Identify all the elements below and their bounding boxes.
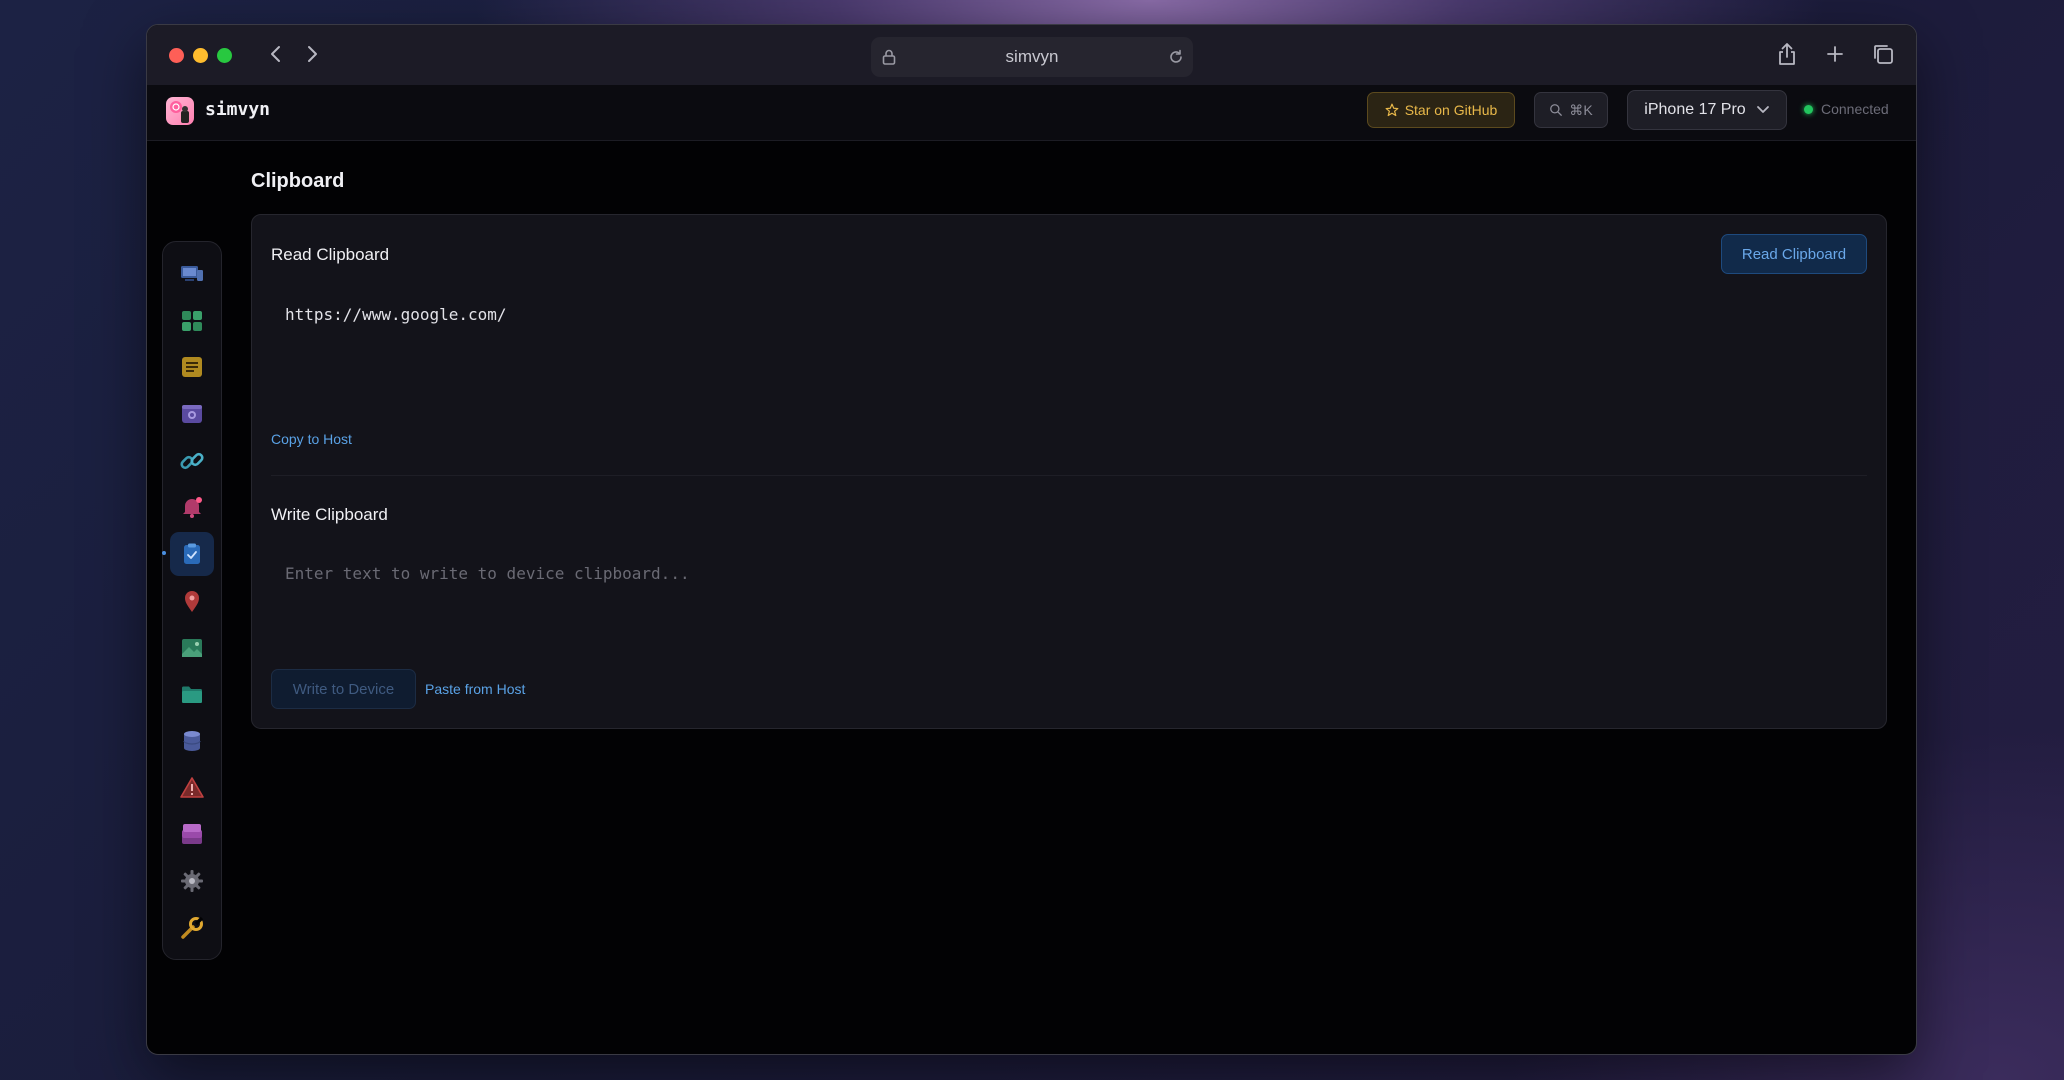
sidebar-item-files[interactable]: [170, 672, 214, 716]
share-button[interactable]: [1774, 41, 1800, 67]
reload-icon[interactable]: [1167, 48, 1185, 71]
copy-to-host-button[interactable]: Copy to Host: [271, 431, 352, 447]
sidebar-item-settings[interactable]: [170, 859, 214, 903]
sidebar-item-clipboard[interactable]: [162, 532, 214, 577]
history-nav: [265, 43, 323, 65]
app-header: simvyn Star on GitHub ⌘K iPhone 17 Pro C…: [147, 85, 1916, 141]
sidebar-item-logs[interactable]: [170, 345, 214, 389]
screenshot-icon: [182, 405, 202, 424]
sidebar-item-apps[interactable]: [170, 299, 214, 343]
search-shortcut: ⌘K: [1569, 101, 1593, 118]
back-button[interactable]: [265, 43, 287, 65]
sidebar-item-devices[interactable]: [170, 252, 214, 296]
browser-window: simvyn simvyn Star on GitHub ⌘K iPhone 1…: [146, 24, 1917, 1055]
device-select[interactable]: iPhone 17 Pro: [1627, 90, 1787, 130]
address-bar[interactable]: simvyn: [871, 37, 1193, 77]
bell-icon: [183, 497, 202, 519]
share-icon: [1779, 43, 1795, 65]
apps-grid-icon: [182, 310, 202, 331]
paste-from-host-button[interactable]: Paste from Host: [425, 681, 525, 697]
sidebar-item-location[interactable]: [170, 579, 214, 623]
sidebar: [162, 241, 222, 960]
clipboard-card: Read Clipboard Read Clipboard https://ww…: [251, 214, 1887, 729]
warning-icon: [180, 776, 204, 798]
minimize-window-button[interactable]: [193, 48, 208, 63]
write-clipboard-title: Write Clipboard: [271, 505, 388, 524]
sidebar-item-storage[interactable]: [170, 812, 214, 856]
device-name: iPhone 17 Pro: [1644, 101, 1746, 118]
read-clipboard-button[interactable]: Read Clipboard: [1721, 234, 1867, 274]
chevron-left-icon: [271, 46, 280, 62]
folder-icon: [182, 686, 202, 704]
sidebar-item-deep-links[interactable]: [170, 439, 214, 483]
new-tab-button[interactable]: [1822, 41, 1848, 67]
location-pin-icon: [185, 590, 199, 612]
app-logo: [166, 97, 194, 125]
status-text: Connected: [1821, 101, 1889, 117]
write-to-device-button[interactable]: Write to Device: [271, 669, 416, 709]
tabs-overview-button[interactable]: [1870, 41, 1896, 67]
link-icon: [180, 452, 204, 469]
star-icon: [1385, 103, 1399, 117]
read-clipboard-title: Read Clipboard: [271, 245, 390, 264]
gear-icon: [181, 869, 203, 892]
section-divider: [271, 475, 1867, 476]
active-indicator: [162, 551, 166, 556]
star-on-github-button[interactable]: Star on GitHub: [1367, 92, 1515, 128]
logs-icon: [182, 357, 202, 378]
url-text: simvyn: [1005, 47, 1059, 66]
sidebar-item-screenshot[interactable]: [170, 392, 214, 436]
page-title: Clipboard: [251, 170, 345, 192]
sidebar-item-media[interactable]: [170, 626, 214, 670]
status-dot: [1804, 104, 1813, 114]
browser-titlebar: simvyn: [147, 25, 1916, 85]
sidebar-item-crashes[interactable]: [170, 766, 214, 810]
close-window-button[interactable]: [169, 48, 184, 63]
database-icon: [183, 730, 201, 751]
window-controls: [169, 48, 232, 63]
lock-icon: [881, 48, 897, 71]
sidebar-item-database[interactable]: [170, 719, 214, 763]
wrench-icon: [181, 916, 204, 939]
plus-icon: [1827, 46, 1843, 62]
search-icon: [1550, 104, 1563, 116]
forward-button[interactable]: [301, 43, 323, 65]
chevron-right-icon: [308, 46, 317, 62]
browser-actions: [1774, 41, 1896, 67]
image-icon: [182, 638, 202, 657]
github-label: Star on GitHub: [1404, 102, 1498, 118]
maximize-window-button[interactable]: [217, 48, 232, 63]
app-brand: simvyn: [205, 99, 271, 120]
tabs-icon: [1874, 45, 1893, 64]
connection-status: Connected: [1804, 101, 1889, 117]
devices-icon: [181, 266, 203, 281]
clipboard-content: https://www.google.com/: [285, 305, 507, 324]
chevron-down-icon: [1756, 106, 1769, 113]
sidebar-item-notifications[interactable]: [170, 485, 214, 529]
write-clipboard-input[interactable]: [271, 550, 1867, 670]
clipboard-icon: [184, 543, 200, 565]
stack-icon: [182, 824, 202, 845]
sidebar-item-tools[interactable]: [170, 906, 214, 950]
command-search-button[interactable]: ⌘K: [1534, 92, 1608, 128]
